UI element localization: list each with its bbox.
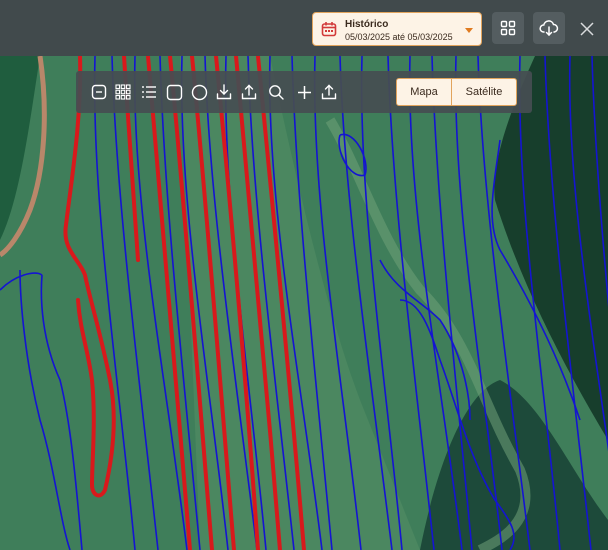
export-tool[interactable] xyxy=(318,81,340,103)
grid-icon xyxy=(500,20,516,36)
search-icon xyxy=(269,85,284,100)
search-tool[interactable] xyxy=(265,81,287,103)
circle-tool[interactable] xyxy=(188,81,210,103)
chevron-down-icon xyxy=(465,28,473,33)
grid-view-button[interactable] xyxy=(492,12,524,44)
list-tool[interactable] xyxy=(138,81,160,103)
history-date-range: 05/03/2025 até 05/03/2025 xyxy=(345,32,453,42)
map-type-satellite-button[interactable]: Satélite xyxy=(451,78,517,106)
satellite-map[interactable] xyxy=(0,56,608,550)
rectangle-tool[interactable] xyxy=(163,81,185,103)
download-tool[interactable] xyxy=(213,81,235,103)
map-type-mapa-label: Mapa xyxy=(410,86,438,98)
calendar-icon xyxy=(321,22,337,37)
close-button[interactable] xyxy=(576,18,598,40)
grid-dots-icon xyxy=(115,84,131,100)
upload-icon xyxy=(241,84,257,100)
upload-tool[interactable] xyxy=(238,81,260,103)
add-tool[interactable] xyxy=(293,81,315,103)
close-icon xyxy=(580,22,594,36)
history-date-selector[interactable]: Histórico 05/03/2025 até 05/03/2025 xyxy=(312,12,482,46)
cloud-download-button[interactable] xyxy=(533,12,565,44)
history-title: Histórico xyxy=(345,19,389,30)
upload-icon xyxy=(321,84,337,100)
map-type-mapa-button[interactable]: Mapa xyxy=(396,78,452,106)
plus-icon xyxy=(297,85,311,99)
square-icon xyxy=(166,84,182,100)
download-icon xyxy=(216,84,232,100)
map-toolbar: Mapa Satélite xyxy=(76,71,532,113)
circle-icon xyxy=(191,84,207,100)
minus-square-tool[interactable] xyxy=(88,81,110,103)
map-canvas xyxy=(0,56,608,550)
cloud-download-icon xyxy=(539,20,559,37)
minus-square-icon xyxy=(91,84,107,100)
list-icon xyxy=(142,86,156,98)
top-bar: Histórico 05/03/2025 até 05/03/2025 xyxy=(0,0,608,56)
grid-tool[interactable] xyxy=(112,81,134,103)
map-type-satellite-label: Satélite xyxy=(465,86,503,98)
